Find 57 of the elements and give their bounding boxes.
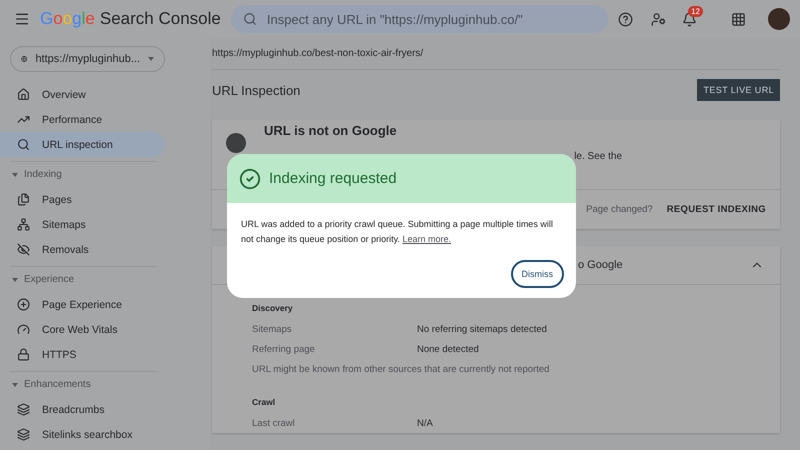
info-note: URL might be known from other sources that are currently not reported: [252, 364, 550, 374]
help-icon[interactable]: [616, 10, 635, 28]
section-header[interactable]: Enhancements: [10, 371, 157, 397]
page-changed-label: Page changed?: [586, 204, 653, 215]
field-label: Sitemaps: [252, 324, 293, 334]
section-header[interactable]: Experience: [10, 266, 157, 292]
details-title: o Google: [578, 259, 623, 271]
pages-icon: [17, 193, 30, 206]
inspected-url: https://mypluginhub.co/best-non-toxic-air-fryers/: [212, 38, 780, 70]
search-icon: [242, 12, 257, 26]
layers-icon: [17, 403, 30, 416]
sidebar-item[interactable]: URL inspection: [0, 132, 165, 157]
plus-circle-icon: [17, 298, 30, 311]
section-header[interactable]: Indexing: [10, 161, 157, 187]
status-icon: [226, 133, 246, 153]
sidebar-item[interactable]: Sitelinks searchbox: [0, 422, 165, 447]
search-field[interactable]: Inspect any URL in "https://mypluginhub.co/": [230, 5, 608, 33]
status-text: le. See the: [574, 151, 623, 164]
request-indexing-button[interactable]: REQUEST INDEXING: [666, 204, 766, 215]
status-title: URL is not on Google: [264, 123, 397, 138]
field-label: Last crawl: [252, 418, 296, 428]
sidebar-item[interactable]: Core Web Vitals: [0, 317, 165, 342]
eye-off-icon: [17, 243, 30, 256]
sidebar-item[interactable]: Breadcrumbs: [0, 397, 165, 422]
field-value: No referring sitemaps detected: [417, 324, 547, 334]
dialog-message: URL was added to a priority crawl queue. Submitting a page multiple times will not change its queue position or priority. Learn more.: [241, 218, 554, 246]
sidebar-item[interactable]: Overview: [0, 82, 165, 107]
layers-icon: [17, 428, 30, 441]
section-title: Crawl: [252, 396, 276, 409]
search-icon: [17, 138, 30, 151]
check-circle-icon: [239, 168, 261, 190]
property-selector[interactable]: https://mypluginhub...: [10, 46, 165, 72]
learn-more-link[interactable]: Learn more.: [402, 234, 451, 244]
field-value: None detected: [417, 344, 479, 354]
gauge-icon: [17, 323, 30, 336]
section-title: Discovery: [252, 302, 294, 315]
home-icon: [17, 88, 30, 101]
field-value: N/A: [417, 418, 433, 428]
field-label: Referring page: [252, 344, 316, 354]
page-title: URL Inspection: [212, 82, 300, 98]
sidebar-item[interactable]: Page Experience: [0, 292, 165, 317]
notifications-button[interactable]: 12: [682, 6, 703, 28]
sidebar-item[interactable]: Pages: [0, 187, 165, 212]
dismiss-button[interactable]: Dismiss: [510, 260, 564, 288]
avatar[interactable]: [768, 8, 790, 30]
globe-icon: [21, 53, 28, 65]
caret-icon: [148, 57, 154, 61]
notification-count: 12: [688, 6, 703, 16]
app-logo: Google Search Console: [40, 9, 221, 29]
dialog-title: Indexing requested: [269, 170, 397, 187]
sitemap-icon: [17, 218, 30, 231]
sidebar-item[interactable]: Removals: [0, 237, 165, 262]
sidebar-item[interactable]: Sitemaps: [0, 212, 165, 237]
sidebar-item[interactable]: HTTPS: [0, 342, 165, 367]
sidebar-item[interactable]: Performance: [0, 107, 165, 132]
test-live-url-button[interactable]: TEST LIVE URL: [697, 79, 780, 102]
lock-icon: [17, 348, 30, 361]
